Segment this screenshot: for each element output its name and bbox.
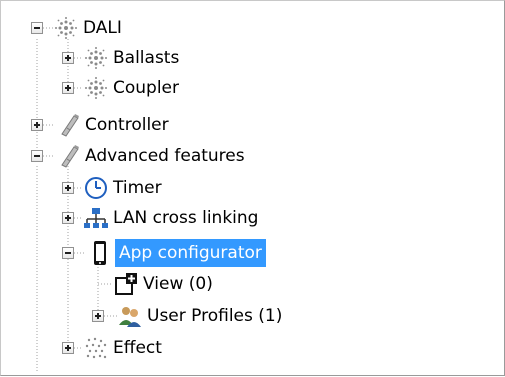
tree-node-lan-cross-linking[interactable]: LAN cross linking [1, 204, 321, 236]
tree-node-label[interactable]: Ballasts [109, 44, 183, 72]
tree-node-view[interactable]: View (0) [1, 270, 321, 302]
dali-sparkle-icon [83, 75, 109, 101]
tree-node-coupler[interactable]: Coupler [1, 74, 221, 106]
collapse-toggle-dali[interactable] [31, 22, 43, 34]
expand-toggle-timer[interactable] [62, 182, 74, 194]
expand-toggle-lan-cross-linking[interactable] [62, 212, 74, 224]
expand-toggle-ballasts[interactable] [62, 52, 74, 64]
view-add-icon [113, 271, 139, 297]
expand-toggle-controller[interactable] [31, 119, 43, 131]
tree-node-dali[interactable]: DALI [1, 14, 201, 46]
tree-node-label[interactable]: DALI [79, 14, 126, 42]
effect-dots-icon [83, 335, 109, 361]
tree-node-label[interactable]: Timer [109, 174, 166, 202]
expand-toggle-effect[interactable] [62, 342, 74, 354]
expand-toggle-user-profiles[interactable] [92, 310, 104, 322]
tree-node-label[interactable]: Coupler [109, 74, 183, 102]
tree-node-label[interactable]: Controller [81, 111, 173, 139]
tree-node-ballasts[interactable]: Ballasts [1, 44, 221, 76]
controller-pen-icon [56, 112, 82, 138]
expand-toggle-coupler[interactable] [62, 82, 74, 94]
dali-sparkle-icon [53, 15, 79, 41]
controller-pen-icon [56, 143, 82, 169]
smartphone-icon [87, 240, 113, 266]
collapse-toggle-app-configurator[interactable] [62, 247, 74, 259]
tree-node-app-configurator[interactable]: App configurator [1, 238, 321, 270]
network-icon [83, 205, 109, 231]
clock-icon [83, 175, 109, 201]
tree-node-effect[interactable]: Effect [1, 334, 221, 366]
tree-node-label[interactable]: User Profiles (1) [143, 302, 286, 330]
tree-node-label[interactable]: App configurator [115, 239, 266, 267]
tree-node-user-profiles[interactable]: User Profiles (1) [1, 302, 361, 334]
tree-node-label[interactable]: View (0) [139, 270, 217, 298]
users-icon [117, 303, 143, 329]
tree-view[interactable]: DALI Ballasts Coupler Controller Advance… [0, 0, 505, 376]
dali-sparkle-icon [83, 45, 109, 71]
tree-node-label[interactable]: Advanced features [81, 142, 249, 170]
tree-node-controller[interactable]: Controller [1, 111, 221, 143]
tree-node-advanced-features[interactable]: Advanced features [1, 142, 301, 174]
collapse-toggle-advanced-features[interactable] [31, 150, 43, 162]
tree-node-label[interactable]: LAN cross linking [109, 204, 262, 232]
tree-node-label[interactable]: Effect [109, 334, 166, 362]
tree-node-timer[interactable]: Timer [1, 174, 221, 206]
